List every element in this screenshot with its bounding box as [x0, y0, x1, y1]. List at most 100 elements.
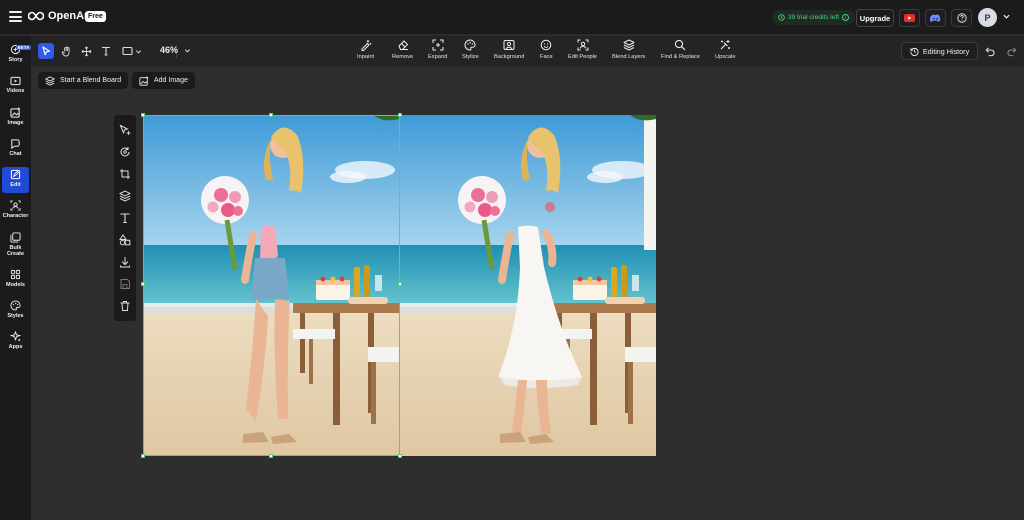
beach-photo-edited [400, 115, 656, 456]
layers-icon [623, 39, 635, 51]
upscale-icon [720, 40, 731, 50]
canvas-image-original[interactable] [143, 115, 399, 456]
tool-label: Find & Replace [661, 54, 700, 60]
move-icon [81, 46, 91, 56]
move-tool-button[interactable] [78, 43, 94, 59]
tool-stylize[interactable]: Stylize [462, 39, 479, 60]
shapes-icon[interactable] [119, 234, 131, 246]
chevron-down-icon [135, 49, 142, 53]
tool-label: Inpaint [357, 54, 375, 60]
tool-edit-people[interactable]: Edit People [568, 39, 597, 60]
sidebar-item-videos[interactable]: Videos [2, 74, 29, 100]
delete-icon[interactable] [119, 300, 131, 312]
start-blend-board-button[interactable]: Start a Blend Board [38, 72, 129, 89]
add-image-button[interactable]: Add Image [132, 72, 195, 89]
sidebar-item-label: Bulk Create [6, 245, 25, 257]
plan-badge: Free [85, 11, 106, 22]
sidebar-item-styles[interactable]: Styles [2, 298, 29, 324]
editing-history-label: Editing History [922, 46, 970, 56]
discord-button[interactable] [925, 9, 946, 27]
zoom-dropdown[interactable]: 46% [160, 45, 191, 55]
help-button[interactable] [951, 9, 972, 27]
sidebar-item-label: Models [6, 282, 25, 288]
credits-indicator[interactable]: 39 trial credits left i [772, 10, 855, 25]
tool-label: Stylize [462, 54, 479, 60]
sidebar-item-character[interactable]: Character [2, 198, 29, 224]
tool-face[interactable]: Face [540, 39, 553, 60]
background-icon [503, 40, 515, 50]
crop-icon[interactable] [119, 168, 131, 180]
avatar[interactable]: P [978, 8, 997, 27]
sidebar-item-label: Image [7, 120, 24, 126]
undo-icon[interactable] [984, 46, 995, 57]
sidebar-item-models[interactable]: Models [2, 267, 29, 293]
sidebar-item-label: Styles [7, 313, 24, 319]
image-icon [10, 107, 21, 118]
magic-select-icon[interactable] [119, 124, 131, 136]
info-icon: i [841, 14, 849, 21]
image-context-toolbar [114, 115, 136, 321]
chevron-down-icon[interactable] [1003, 13, 1010, 20]
tool-find-replace[interactable]: Find & Replace [661, 39, 700, 60]
hand-tool-button[interactable] [58, 43, 74, 59]
styles-icon [10, 300, 21, 311]
apps-icon [10, 331, 21, 342]
sidebar-item-apps[interactable]: Apps [2, 329, 29, 355]
tool-background[interactable]: Background [494, 39, 524, 60]
sidebar-item-image[interactable]: Image [2, 105, 29, 131]
sidebar-item-label: Videos [6, 88, 25, 94]
tool-blend-layers[interactable]: Blend Layers [612, 39, 645, 60]
text-icon[interactable] [119, 212, 131, 224]
beta-badge: BETA [16, 45, 31, 50]
tool-label: Remove [392, 54, 414, 60]
edit-toolbar: 46% Inpaint Remove Expand Stylize Backgr… [31, 36, 1024, 67]
chevron-down-icon [184, 48, 191, 52]
layers-icon[interactable] [119, 190, 131, 202]
openart-logo[interactable]: OpenArt [28, 10, 92, 22]
tool-label: Edit People [568, 54, 598, 60]
help-icon [956, 13, 967, 23]
chat-icon [11, 139, 20, 149]
sidebar-item-label: Chat [9, 151, 22, 157]
left-sidebar: Story BETA Videos Image Chat Edit Charac… [0, 36, 31, 520]
sidebar-item-label: Edit [10, 182, 21, 188]
upgrade-button[interactable]: Upgrade [856, 9, 894, 27]
sidebar-item-chat[interactable]: Chat [2, 136, 29, 162]
discord-icon [930, 14, 941, 22]
save-icon[interactable] [119, 278, 131, 290]
tool-remove[interactable]: Remove [392, 39, 413, 60]
sidebar-item-story[interactable]: Story BETA [2, 42, 31, 68]
redo-icon[interactable] [1007, 46, 1018, 57]
face-icon [541, 39, 552, 51]
download-icon[interactable] [119, 256, 131, 268]
edit-people-icon [577, 39, 589, 51]
sidebar-item-label: Story [8, 57, 23, 63]
menu-icon[interactable] [9, 11, 22, 22]
tool-label: Expand [428, 54, 448, 60]
video-icon [10, 76, 21, 86]
canvas-image-edited[interactable] [400, 115, 656, 456]
tool-upscale[interactable]: Upscale [715, 39, 736, 60]
shape-tool-dropdown[interactable] [118, 43, 146, 59]
add-image-label: Add Image [154, 77, 188, 84]
tool-label: Face [540, 54, 553, 60]
select-tool-button[interactable] [38, 43, 54, 59]
text-tool-button[interactable] [98, 43, 114, 59]
sidebar-item-edit[interactable]: Edit [2, 167, 29, 193]
search-icon [675, 39, 686, 51]
eraser-icon [398, 40, 408, 50]
rectangle-icon [122, 46, 133, 56]
sidebar-item-label: Character [2, 213, 29, 219]
tool-inpaint[interactable]: Inpaint [357, 39, 374, 60]
infinity-logo-icon [28, 11, 44, 21]
top-bar: OpenArt Free 39 trial credits left i Upg… [0, 0, 1024, 35]
edit-icon [10, 169, 21, 180]
expand-icon [432, 39, 444, 51]
youtube-icon [904, 14, 915, 22]
youtube-button[interactable] [899, 9, 920, 27]
sidebar-item-bulk-create[interactable]: Bulk Create [2, 230, 29, 260]
character-icon [10, 200, 21, 211]
tool-expand[interactable]: Expand [428, 39, 447, 60]
editing-history-button[interactable]: Editing History [901, 42, 978, 60]
rotate-icon[interactable] [119, 146, 131, 158]
